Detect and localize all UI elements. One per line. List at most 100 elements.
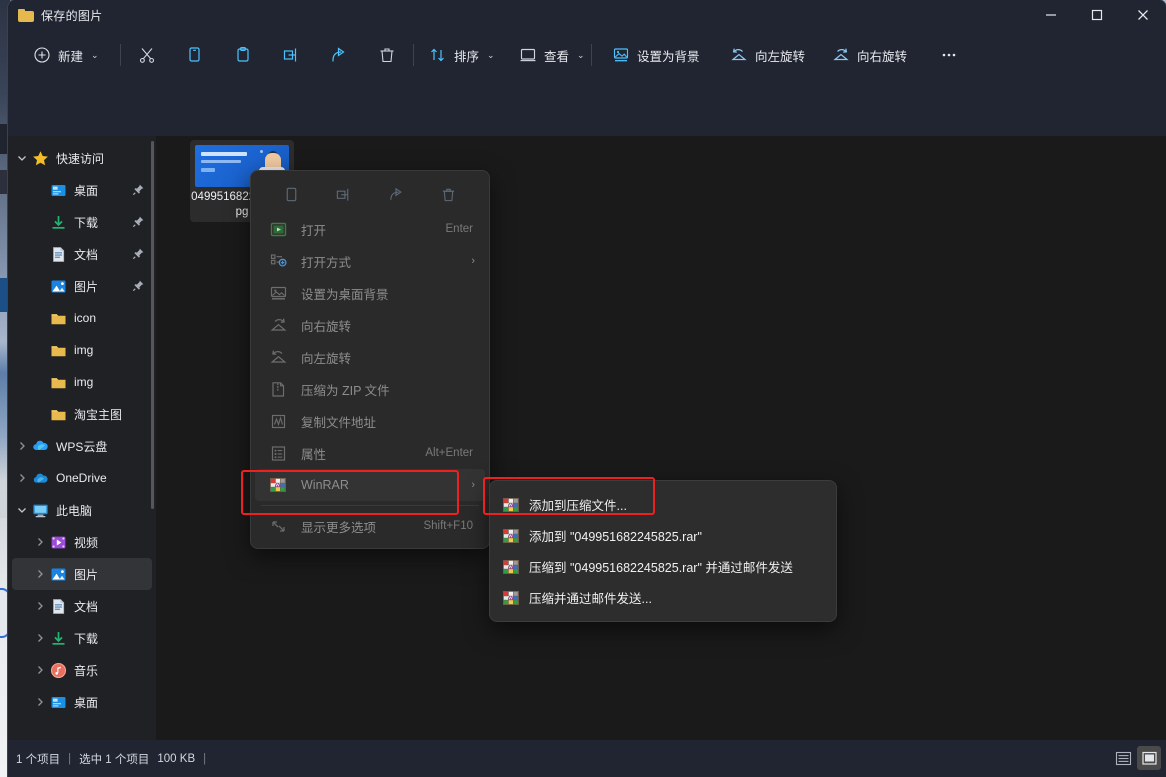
context-menu-item-7[interactable]: 属性 Alt+Enter	[255, 437, 485, 469]
chevron-right-icon[interactable]	[30, 526, 50, 558]
view-button-label: 查看	[544, 49, 570, 64]
copy-button[interactable]	[177, 38, 213, 72]
context-rename-button[interactable]	[331, 181, 357, 207]
context-menu-item-6[interactable]: 复制文件地址	[255, 405, 485, 437]
minimize-button[interactable]	[1028, 0, 1074, 30]
delete-button[interactable]	[369, 38, 405, 72]
winrar-submenu-item-2[interactable]: W 压缩到 "049951682245825.rar" 并通过邮件发送	[490, 551, 836, 582]
context-menu-item-4[interactable]: 向左旋转	[255, 341, 485, 373]
context-menu-item-8[interactable]: W WinRAR ›	[255, 469, 485, 501]
sidebar-item-wps云盘[interactable]: WPS云盘	[12, 430, 152, 462]
chevron-right-icon[interactable]	[30, 654, 50, 686]
rename-button[interactable]	[273, 38, 309, 72]
sidebar-item-淘宝主图[interactable]: 淘宝主图	[12, 398, 152, 430]
context-delete-button[interactable]	[436, 181, 462, 207]
sidebar-item-图片[interactable]: 图片	[12, 270, 152, 302]
pin-icon[interactable]	[132, 247, 145, 260]
rotate-right-button[interactable]: 向右旋转	[823, 38, 916, 72]
rotate-right-icon	[833, 48, 849, 61]
sidebar-item-视频[interactable]: 视频	[12, 526, 152, 558]
svg-text:W: W	[508, 595, 513, 601]
context-menu-item-label: 属性	[301, 447, 327, 462]
winrar-submenu-item-3[interactable]: W 压缩并通过邮件发送...	[490, 582, 836, 613]
chevron-down-icon: ⌄	[577, 49, 585, 60]
navigation-tree: 快速访问 桌面 下载 文档 图片 icon img img 淘宝主图 WPS云盘 OneDrive 此…	[8, 136, 156, 718]
svg-text:W: W	[508, 533, 513, 539]
svg-text:W: W	[508, 564, 513, 570]
winrar-submenu[interactable]: W 添加到压缩文件... W 添加到 "049951682245825.rar" W 压缩…	[489, 480, 837, 622]
sidebar-item-img[interactable]: img	[12, 366, 152, 398]
context-menu-item-label: 打开方式	[301, 255, 352, 270]
sidebar-item-label: 图片	[74, 567, 99, 582]
svg-text:W: W	[275, 482, 280, 488]
pin-icon[interactable]	[132, 183, 145, 196]
selection-size: 100 KB	[157, 752, 196, 765]
sidebar-item-label: 文档	[74, 599, 99, 614]
sidebar-scrollbar[interactable]	[151, 141, 154, 509]
chevron-down-icon[interactable]	[12, 142, 32, 174]
maximize-button[interactable]	[1074, 0, 1120, 30]
chevron-down-icon[interactable]	[12, 494, 32, 526]
chevron-right-icon[interactable]	[30, 558, 50, 590]
context-copy-button[interactable]	[278, 181, 304, 207]
pin-icon[interactable]	[132, 279, 145, 292]
context-menu-item-label: 打开	[301, 223, 327, 238]
set-as-background-button[interactable]: 设置为背景	[603, 38, 709, 72]
context-menu-item-1[interactable]: 打开方式 ›	[255, 245, 485, 277]
chevron-right-icon[interactable]	[12, 462, 32, 494]
rotate-left-button[interactable]: 向左旋转	[721, 38, 814, 72]
sidebar-item-onedrive[interactable]: OneDrive	[12, 462, 152, 494]
plus-circle-icon	[34, 47, 50, 63]
picture-icon	[51, 280, 66, 292]
sidebar-item-下载[interactable]: 下载	[12, 206, 152, 238]
chevron-right-icon[interactable]	[30, 622, 50, 654]
trash-icon	[380, 48, 394, 63]
sidebar-item-icon[interactable]: icon	[12, 302, 152, 334]
context-menu-item-9[interactable]: 显示更多选项 Shift+F10	[255, 510, 485, 542]
close-button[interactable]	[1120, 0, 1166, 30]
view-button[interactable]: 查看 ⌄	[510, 38, 594, 72]
rotate-left-icon	[267, 346, 289, 368]
large-icons-view-button[interactable]	[1137, 746, 1161, 770]
sidebar-item-文档[interactable]: 文档	[12, 590, 152, 622]
desktop-icon	[51, 696, 66, 708]
context-menu-item-2[interactable]: 设置为桌面背景	[255, 277, 485, 309]
sidebar-item-img[interactable]: img	[12, 334, 152, 366]
context-menu-divider	[261, 505, 479, 506]
pin-icon[interactable]	[132, 215, 145, 228]
sidebar-item-文档[interactable]: 文档	[12, 238, 152, 270]
chevron-right-icon[interactable]	[12, 430, 32, 462]
paste-button[interactable]	[225, 38, 261, 72]
sidebar-item-音乐[interactable]: 音乐	[12, 654, 152, 686]
context-menu-item-5[interactable]: 压缩为 ZIP 文件	[255, 373, 485, 405]
sidebar-item-图片[interactable]: 图片	[12, 558, 152, 590]
context-share-button[interactable]	[383, 181, 409, 207]
sidebar-item-快速访问[interactable]: 快速访问	[12, 142, 152, 174]
context-menu[interactable]: 打开 Enter 打开方式 › 设置为桌面背景 向右旋转 向左旋转 压缩为 ZIP 文件 复制文…	[250, 170, 490, 549]
rotate-left-icon	[731, 48, 747, 61]
winrar-submenu-item-0[interactable]: W 添加到压缩文件...	[490, 489, 836, 520]
chevron-right-icon[interactable]	[30, 590, 50, 622]
context-menu-item-3[interactable]: 向右旋转	[255, 309, 485, 341]
sidebar-item-此电脑[interactable]: 此电脑	[12, 494, 152, 526]
toolbar-divider-2	[413, 44, 414, 66]
sidebar-item-下载[interactable]: 下载	[12, 622, 152, 654]
sidebar-item-桌面[interactable]: 桌面	[12, 174, 152, 206]
sort-button-label: 排序	[454, 49, 480, 64]
rotate-right-label: 向右旋转	[857, 49, 908, 64]
winrar-submenu-item-1[interactable]: W 添加到 "049951682245825.rar"	[490, 520, 836, 551]
file-list-area[interactable]: 049951682245825.jpg 打开 Enter 打开方式 › 设置为桌…	[156, 136, 1166, 740]
scissors-icon	[139, 48, 155, 63]
desktop-icon	[51, 184, 66, 196]
folder-icon	[51, 313, 66, 324]
sort-button[interactable]: 排序 ⌄	[420, 38, 504, 72]
new-button[interactable]: 新建 ⌄	[24, 38, 108, 72]
cut-button[interactable]	[129, 38, 165, 72]
details-view-button[interactable]	[1111, 746, 1135, 770]
context-menu-item-0[interactable]: 打开 Enter	[255, 213, 485, 245]
share-button[interactable]	[321, 38, 357, 72]
see-more-button[interactable]	[928, 38, 970, 72]
rename-icon	[283, 48, 297, 62]
sidebar-item-桌面[interactable]: 桌面	[12, 686, 152, 718]
chevron-right-icon[interactable]	[30, 686, 50, 718]
